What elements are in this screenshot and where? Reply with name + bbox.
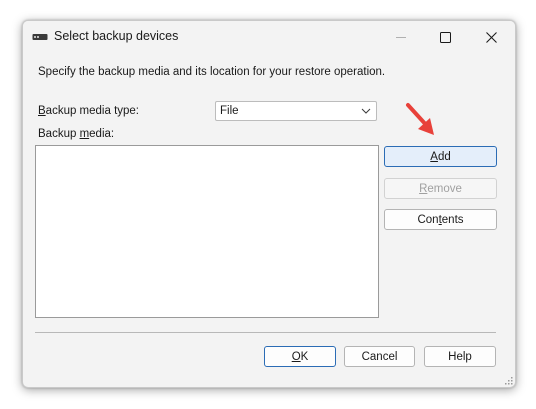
add-accel: A <box>430 150 438 163</box>
add-label-rest: dd <box>437 150 451 163</box>
backup-media-label-prefix: Backup <box>38 128 80 140</box>
backup-media-type-label-text: ackup media type: <box>45 105 140 117</box>
maximize-button[interactable] <box>423 21 467 53</box>
add-button[interactable]: Add <box>384 146 497 167</box>
contents-button[interactable]: Con t ents <box>384 209 497 230</box>
title-bar[interactable]: Select backup devices <box>23 21 515 53</box>
contents-label-pre: Con <box>417 213 439 226</box>
minimize-button[interactable] <box>379 21 423 53</box>
minimize-icon <box>396 37 406 38</box>
remove-label-rest: emove <box>427 182 462 195</box>
resize-grip-icon[interactable] <box>505 377 513 385</box>
remove-button[interactable]: Remove <box>384 178 497 199</box>
backup-media-type-accel: B <box>38 105 46 117</box>
backup-media-type-value: File <box>220 105 239 117</box>
help-button[interactable]: Help <box>424 346 496 367</box>
backup-media-label: Backup media: <box>38 128 114 140</box>
close-icon <box>485 31 497 43</box>
ok-label-rest: K <box>300 350 309 363</box>
annotation-arrow-icon <box>406 103 434 135</box>
ok-button[interactable]: OK <box>264 346 336 367</box>
chevron-down-icon <box>361 108 371 114</box>
cancel-button[interactable]: Cancel <box>344 346 415 367</box>
maximize-icon <box>439 31 451 43</box>
screenshot-canvas: Select backup devices Specify the backup… <box>0 0 536 409</box>
instruction-text: Specify the backup media and its locatio… <box>38 66 386 78</box>
window-title: Select backup devices <box>54 29 179 43</box>
backup-media-list[interactable] <box>35 145 379 318</box>
ok-accel: O <box>291 350 301 363</box>
backup-media-accel: m <box>79 128 90 140</box>
select-backup-devices-dialog: Select backup devices Specify the backup… <box>22 20 516 388</box>
remove-accel: R <box>419 182 428 195</box>
footer-divider <box>35 332 496 333</box>
backup-device-icon <box>32 34 48 40</box>
close-button[interactable] <box>469 21 513 53</box>
backup-media-label-rest: edia: <box>89 128 115 140</box>
backup-media-type-label: Backup media type: <box>38 105 139 117</box>
backup-media-type-select[interactable]: File <box>215 101 377 121</box>
contents-label-rest: ents <box>441 213 464 226</box>
